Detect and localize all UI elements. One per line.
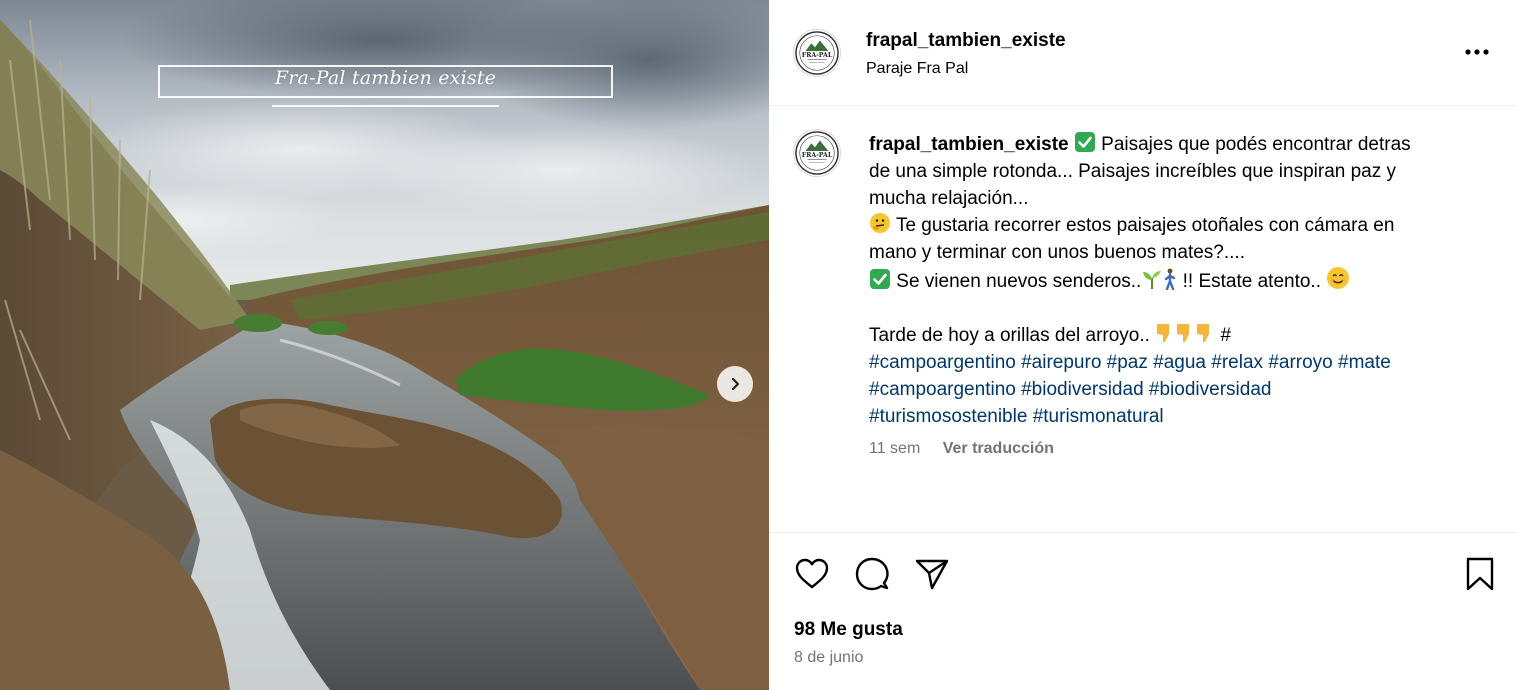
post-timestamp[interactable]: 11 sem [869,440,920,457]
caption-line-6b: !! Estate atento.. [1182,271,1321,292]
walking-person-icon [1165,268,1176,290]
hashtag-row-2: #campoargentino #biodiversidad #biodiver… [869,376,1469,403]
pointing-down-hands-icon [1157,324,1210,342]
hashtag-link[interactable]: #turismosostenible [869,406,1027,427]
post-date: 8 de junio [794,649,864,666]
caption-area: FRA-PAL frapal_tambien_existe Paisajes q… [769,106,1517,532]
caption-line-6a: Se vienen nuevos senderos.. [896,271,1142,292]
check-mark-icon [870,269,890,289]
translate-button[interactable]: Ver traducción [943,440,1054,457]
photo-title-underline [272,105,499,107]
hashtag-link[interactable]: #biodiversidad [1149,379,1272,400]
more-horizontal-icon [1465,49,1489,55]
comment-button[interactable] [853,555,891,593]
next-media-button[interactable] [717,366,753,402]
post-header: FRA-PAL frapal_tambien_existe Paraje Fra… [769,0,1517,106]
smiling-face-icon [1327,267,1350,289]
post-media: Fra-Pal tambien existe [0,0,769,690]
send-icon [915,559,949,590]
heart-icon [795,558,829,589]
post-photo [0,0,769,690]
hashtag-link[interactable]: #agua [1153,352,1206,373]
hashtag-link[interactable]: #turismonatural [1033,406,1164,427]
caption-line-7-hash: # [1220,325,1232,346]
frapal-logo-icon: FRA-PAL [795,131,839,175]
avatar-logo-text: FRA-PAL [802,52,833,59]
photo-overlay-title: Fra-Pal tambien existe [274,67,497,89]
caption-line-4: Te gustaria recorrer estos paisajes otoñ… [895,215,1395,236]
comment-icon [855,557,889,591]
hashtag-link[interactable]: #campoargentino [869,352,1016,373]
check-mark-icon [1074,132,1095,152]
post-caption: frapal_tambien_existe Paisajes que podés… [869,131,1469,430]
likes-count[interactable]: 98 Me gusta [794,619,903,641]
caption-line-5: mano y terminar con unos buenos mates?..… [869,242,1245,263]
hashtag-link[interactable]: #airepuro [1021,352,1101,373]
caption-line-2: de una simple rotonda... Paisajes increí… [869,161,1397,182]
hashtag-row-1: #campoargentino #airepuro #paz #agua #re… [869,349,1469,376]
frapal-logo-icon: FRA-PAL [795,31,839,75]
post-actions: 98 Me gusta 8 de junio [769,532,1517,690]
hashtag-link[interactable]: #campoargentino [869,379,1016,400]
caption-line-1: Paisajes que podés encontrar detras [1101,134,1411,155]
post-panel: FRA-PAL frapal_tambien_existe Paraje Fra… [769,0,1517,690]
share-button[interactable] [913,555,951,593]
caption-meta: 11 sem Ver traducción [869,440,1054,458]
hashtag-link[interactable]: #biodiversidad [1021,379,1144,400]
caption-username[interactable]: frapal_tambien_existe [869,134,1069,155]
hashtag-link[interactable]: #mate [1338,352,1391,373]
thinking-face-icon [870,213,890,233]
caption-line-3: mucha relajación... [869,188,1029,209]
hashtag-link[interactable]: #paz [1107,352,1148,373]
save-button[interactable] [1461,555,1499,593]
hashtag-link[interactable]: #relax [1211,352,1263,373]
hashtag-row-3: #turismosostenible #turismonatural [869,403,1469,430]
caption-line-7: Tarde de hoy a orillas del arroyo.. [869,325,1150,346]
header-location[interactable]: Paraje Fra Pal [866,60,968,78]
bookmark-icon [1466,557,1494,591]
profile-avatar[interactable]: FRA-PAL [793,29,841,77]
hashtag-link[interactable]: #arroyo [1268,352,1332,373]
more-options-button[interactable] [1463,40,1491,64]
like-button[interactable] [793,555,831,593]
chevron-right-icon [731,377,740,391]
seedling-icon [1143,271,1162,289]
avatar-logo-text: FRA-PAL [802,152,833,159]
caption-avatar[interactable]: FRA-PAL [793,129,841,177]
header-username[interactable]: frapal_tambien_existe [866,30,1066,52]
